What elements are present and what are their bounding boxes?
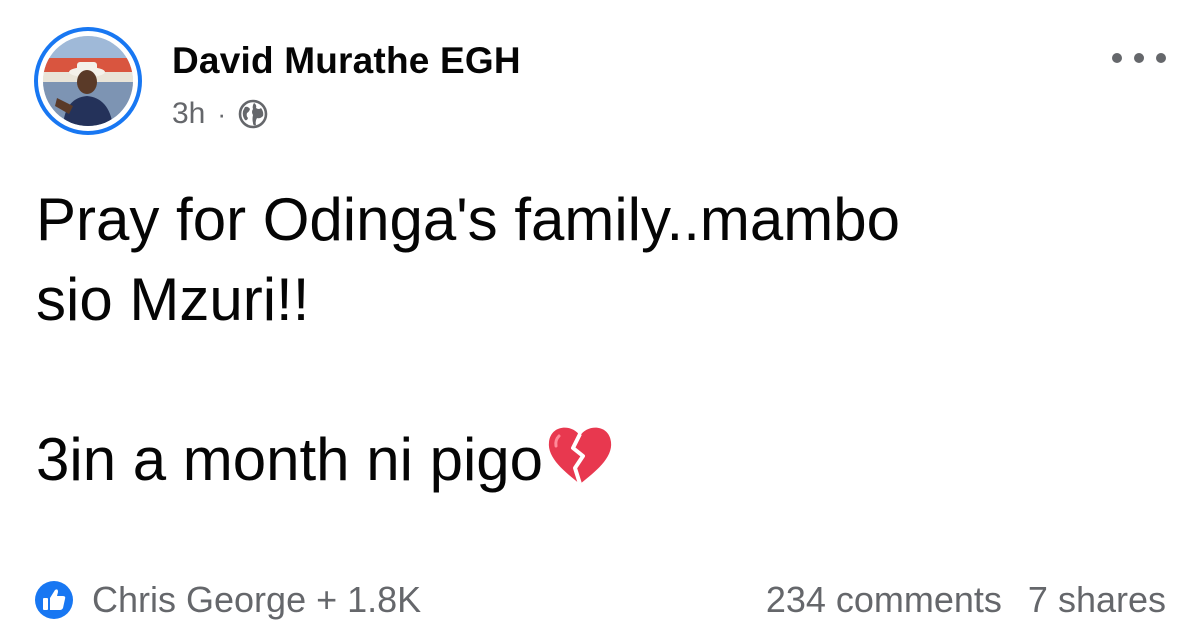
meta-separator: · — [217, 98, 227, 129]
reactions-summary[interactable]: Chris George + 1.8K — [34, 578, 421, 622]
engagement-stats: 234 comments 7 shares — [766, 578, 1166, 622]
facebook-post: David Murathe EGH 3h · Pray for Odinga's… — [0, 0, 1200, 640]
comments-count[interactable]: 234 comments — [766, 579, 1002, 621]
post-text-line: Pray for Odinga's family..mambo — [36, 186, 900, 253]
avatar-photo — [43, 36, 133, 126]
like-badge-icon — [35, 581, 73, 619]
post-text: Pray for Odinga's family..mambo sio Mzur… — [36, 180, 1166, 500]
post-timestamp[interactable]: 3h — [172, 97, 205, 131]
shares-count[interactable]: 7 shares — [1028, 579, 1166, 621]
more-dot — [1112, 53, 1122, 63]
more-dot — [1134, 53, 1144, 63]
reactions-summary-text: Chris George + 1.8K — [92, 579, 422, 620]
post-text-line-with-emoji: 3in a month ni pigo — [36, 420, 1166, 500]
author-name[interactable]: David Murathe EGH — [172, 40, 521, 82]
broken-heart-icon — [548, 427, 612, 485]
more-options-button[interactable] — [1112, 46, 1166, 70]
post-text-line: sio Mzuri!! — [36, 266, 310, 333]
post-text-line: 3in a month ni pigo — [36, 426, 544, 493]
globe-icon[interactable] — [238, 99, 268, 129]
more-dot — [1156, 53, 1166, 63]
author-avatar[interactable] — [34, 27, 142, 135]
post-meta: 3h · — [172, 94, 268, 134]
